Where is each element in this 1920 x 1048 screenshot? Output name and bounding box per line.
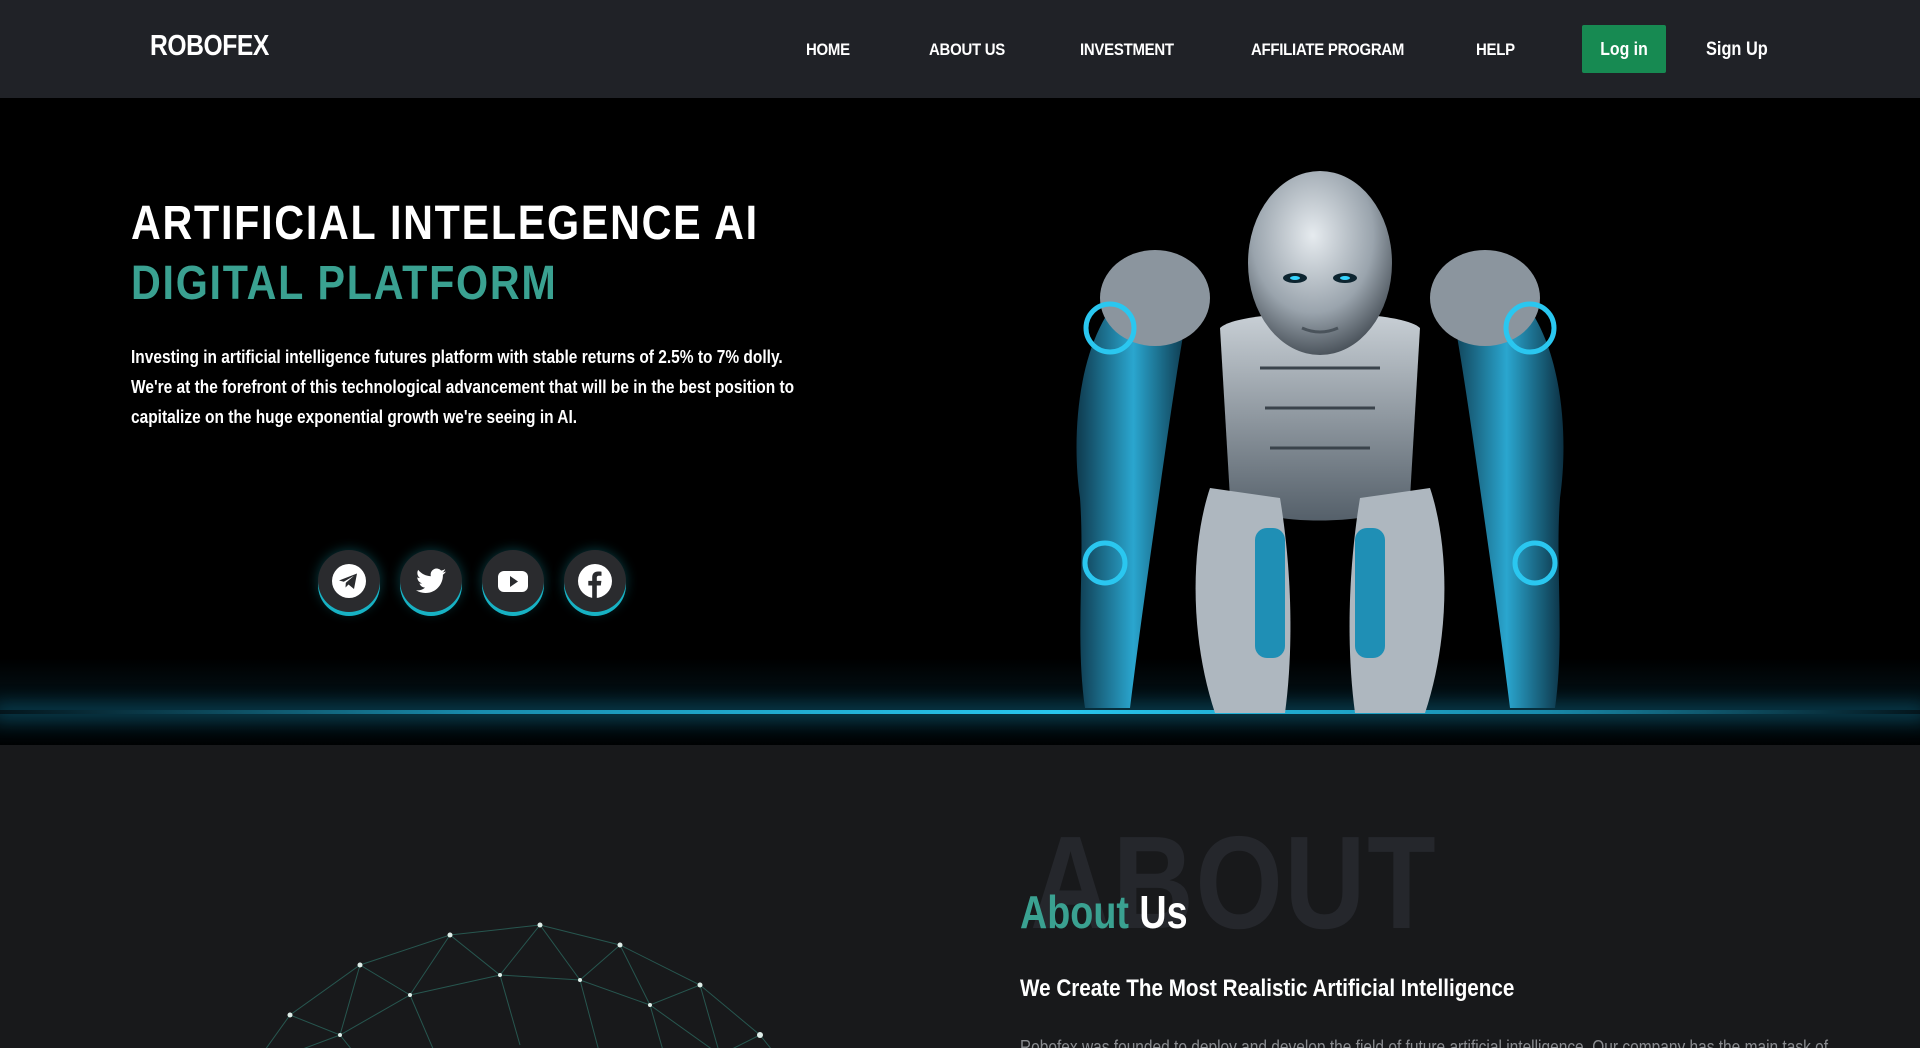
login-button-label: Log in	[1600, 38, 1648, 59]
facebook-icon	[578, 564, 612, 598]
hero-section: ARTIFICIAL INTELEGENCE AI DIGITAL PLATFO…	[0, 98, 1920, 745]
about-heading: About Us	[1020, 885, 1188, 939]
robot-illustration	[1076, 171, 1564, 713]
facebook-button[interactable]	[564, 550, 626, 612]
top-navbar: ROBOFEX HOME ABOUT US INVESTMENT AFFILIA…	[0, 0, 1920, 98]
hero-title-line2: DIGITAL PLATFORM	[131, 257, 558, 310]
nav-investment[interactable]: INVESTMENT	[1080, 40, 1174, 60]
hero-glow-line	[0, 710, 1920, 714]
about-heading-plain: Us	[1139, 886, 1188, 938]
telegram-button[interactable]	[318, 550, 380, 612]
hero-title-line1: ARTIFICIAL INTELEGENCE AI	[131, 197, 759, 250]
nav-home[interactable]: HOME	[806, 40, 850, 60]
about-heading-accent: About	[1020, 886, 1129, 938]
about-subheading: We Create The Most Realistic Artificial …	[1020, 975, 1515, 1002]
about-body-text: Robofex was founded to deploy and develo…	[1020, 1037, 1829, 1048]
nav-affiliate-program[interactable]: AFFILIATE PROGRAM	[1251, 40, 1404, 60]
network-globe-illustration	[265, 922, 772, 1048]
login-button[interactable]: Log in	[1582, 25, 1666, 73]
twitter-icon	[416, 568, 446, 594]
twitter-button[interactable]	[400, 550, 462, 612]
signup-link[interactable]: Sign Up	[1706, 39, 1768, 61]
youtube-button[interactable]	[482, 550, 544, 612]
telegram-icon	[332, 564, 366, 598]
hero-glow-haze	[0, 658, 1920, 745]
hero-description: Investing in artificial intelligence fut…	[131, 347, 795, 427]
about-section: ABOUT About Us We Create The Most Realis…	[0, 745, 1920, 1048]
youtube-icon	[498, 571, 528, 592]
brand-logo[interactable]: ROBOFEX	[150, 30, 269, 63]
nav-about-us[interactable]: ABOUT US	[929, 40, 1005, 60]
nav-help[interactable]: HELP	[1476, 40, 1515, 60]
